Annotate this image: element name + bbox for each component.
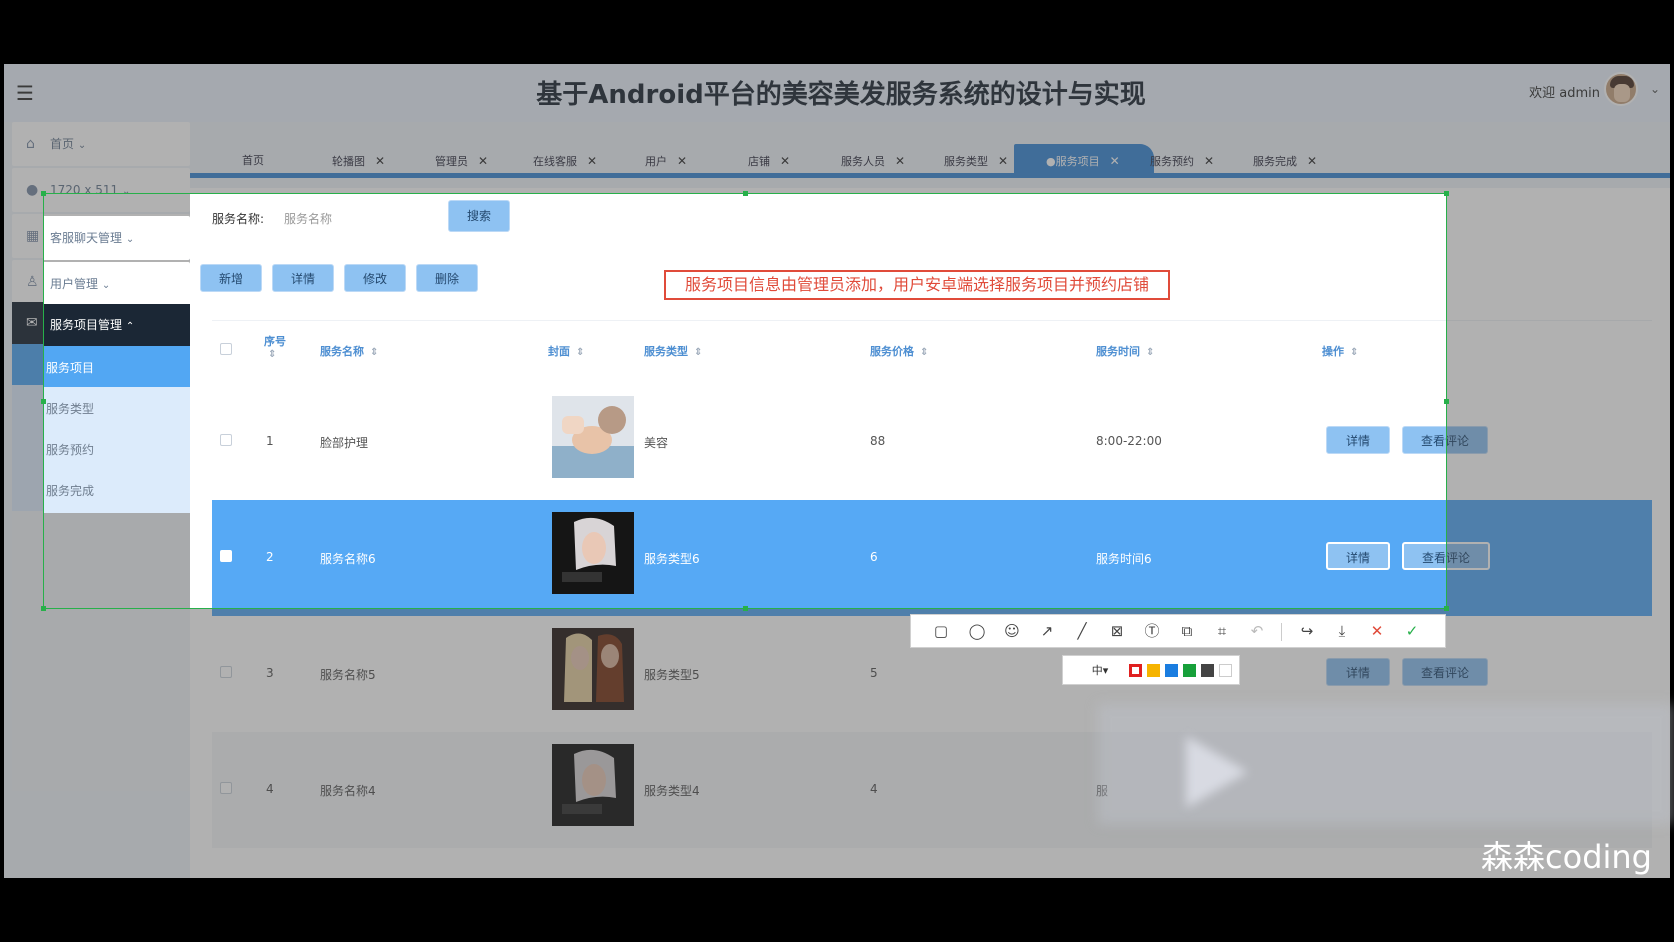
tab-service-types[interactable]: 服务类型 ✕ — [944, 144, 1008, 178]
tab-staff[interactable]: 服务人员 ✕ — [841, 144, 905, 178]
welcome-text: 欢迎 admin — [1529, 86, 1600, 101]
row-price: 4 — [870, 782, 878, 796]
ellipse-tool-icon[interactable]: ◯ — [967, 621, 987, 641]
cover-image — [552, 744, 634, 826]
row-name: 服务名称5 — [320, 668, 376, 682]
row-type: 服务类型4 — [644, 784, 700, 798]
blurred-logo-area — [1098, 704, 1674, 824]
play-logo-icon — [1186, 736, 1248, 808]
row-name: 服务名称4 — [320, 784, 376, 798]
share-icon[interactable]: ↪ — [1297, 621, 1317, 641]
close-icon: ✕ — [998, 154, 1009, 168]
pen-tool-icon[interactable]: ╱ — [1072, 621, 1092, 641]
row-checkbox[interactable] — [220, 666, 232, 678]
close-icon: ✕ — [1109, 154, 1120, 168]
avatar[interactable] — [1604, 72, 1638, 106]
user-icon: ♙ — [26, 274, 39, 290]
home-icon: ⌂ — [26, 136, 35, 152]
close-icon: ✕ — [478, 154, 489, 168]
row-detail-button[interactable]: 详情 — [1326, 658, 1390, 686]
sidebar-item-label: 首页 — [50, 137, 75, 151]
cover-image — [552, 628, 634, 710]
row-checkbox[interactable] — [220, 782, 232, 794]
row-index: 3 — [266, 666, 274, 680]
tab-service-items[interactable]: ●服务项目 ✕ — [1014, 144, 1154, 178]
close-icon: ✕ — [587, 154, 598, 168]
close-icon[interactable]: ✕ — [1367, 621, 1387, 641]
row-index: 4 — [266, 782, 274, 796]
top-bar: ☰ 基于Android平台的美容美发服务系统的设计与实现 欢迎 admin ⌄ — [4, 64, 1670, 122]
envelope-icon: ✉ — [26, 315, 38, 331]
mouse-cursor-icon — [736, 326, 750, 344]
capture-toolbar: ▢ ◯ ☺ ↗ ╱ ⊠ Ⓣ ⧉ ⌗ ↶ ↪ ⤓ ✕ ✓ — [910, 614, 1446, 648]
resolution-icon: ● — [26, 182, 39, 198]
mosaic-tool-icon[interactable]: ⊠ — [1107, 621, 1127, 641]
confirm-icon[interactable]: ✓ — [1402, 621, 1422, 641]
arrow-tool-icon[interactable]: ↗ — [1037, 621, 1057, 641]
row-type: 服务类型5 — [644, 668, 700, 682]
brush-size-select[interactable]: 中▾ — [1075, 662, 1125, 680]
color-swatch-gray[interactable] — [1201, 664, 1214, 677]
emoji-tool-icon[interactable]: ☺ — [1002, 621, 1022, 641]
rectangle-tool-icon[interactable]: ▢ — [931, 621, 951, 641]
undo-icon[interactable]: ↶ — [1247, 621, 1267, 641]
close-icon: ✕ — [780, 154, 791, 168]
tab-home[interactable]: 首页 — [242, 144, 264, 178]
row-price: 5 — [870, 666, 878, 680]
close-icon: ✕ — [375, 154, 386, 168]
ocr-tool-icon[interactable]: ⌗ — [1212, 621, 1232, 641]
pin-tool-icon[interactable]: ⧉ — [1177, 621, 1197, 641]
color-palette: 中▾ — [1062, 655, 1240, 685]
color-swatch-white[interactable] — [1219, 664, 1232, 677]
text-tool-icon[interactable]: Ⓣ — [1142, 621, 1162, 641]
color-swatch-red[interactable] — [1129, 664, 1142, 677]
sidebar-item-home[interactable]: ⌂ 首页 ⌄ — [12, 122, 190, 166]
capture-region: ▦客服聊天管理 ⌄ ♙用户管理 ⌄ ✉服务项目管理 ⌃ 服务项目 服务类型 服务… — [44, 194, 1446, 608]
close-icon: ✕ — [1307, 154, 1318, 168]
row-comments-button[interactable]: 查看评论 — [1402, 658, 1488, 686]
app-title: 基于Android平台的美容美发服务系统的设计与实现 — [536, 80, 1146, 110]
tab-shops[interactable]: 店铺 ✕ — [748, 144, 790, 178]
tab-service-booking[interactable]: 服务预约 ✕ — [1150, 144, 1214, 178]
close-icon: ✕ — [677, 154, 688, 168]
color-swatch-yellow[interactable] — [1147, 664, 1160, 677]
chat-table-icon: ▦ — [26, 228, 40, 244]
color-swatch-blue[interactable] — [1165, 664, 1178, 677]
tab-users[interactable]: 用户 ✕ — [645, 144, 687, 178]
tab-admins[interactable]: 管理员 ✕ — [435, 144, 488, 178]
tab-service-done[interactable]: 服务完成 ✕ — [1253, 144, 1317, 178]
close-icon: ✕ — [1204, 154, 1215, 168]
color-swatch-green[interactable] — [1183, 664, 1196, 677]
close-icon: ✕ — [895, 154, 906, 168]
tab-online-service[interactable]: 在线客服 ✕ — [533, 144, 597, 178]
chevron-down-icon[interactable]: ⌄ — [1650, 82, 1660, 96]
watermark-text: 森森coding — [1481, 838, 1652, 876]
video-frame: ☰ 基于Android平台的美容美发服务系统的设计与实现 欢迎 admin ⌄ … — [0, 0, 1674, 942]
download-icon[interactable]: ⤓ — [1332, 621, 1352, 641]
tab-carousel[interactable]: 轮播图 ✕ — [332, 144, 385, 178]
tab-bar: 首页 轮播图 ✕ 管理员 ✕ 在线客服 ✕ 用户 ✕ 店铺 ✕ 服务人员 ✕ 服务类型 ✕ ●… — [190, 134, 1670, 178]
